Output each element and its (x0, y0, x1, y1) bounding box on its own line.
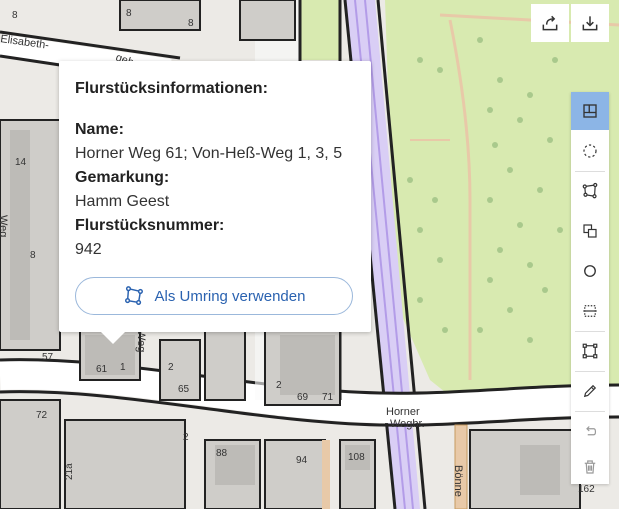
polygon-draw-tool[interactable] (571, 172, 609, 210)
circle-icon (584, 265, 596, 277)
trash-icon (584, 460, 596, 474)
street-label: Wegbr. (390, 418, 425, 430)
share-button[interactable] (531, 4, 569, 42)
gemarkung-value: Hamm Geest (75, 193, 170, 210)
copy-icon (583, 224, 597, 238)
parcel-select-tool[interactable] (571, 92, 609, 130)
share-icon (542, 15, 558, 31)
polygon-icon (124, 286, 143, 305)
house-number: 108 (348, 452, 365, 463)
house-number: 14 (15, 157, 27, 168)
parcel-number-value: 942 (75, 241, 102, 258)
street-label: Weg (0, 215, 9, 237)
house-number: 8 (12, 10, 18, 21)
house-number: 61 (96, 364, 108, 375)
house-number: 2 (276, 380, 282, 391)
house-number: 1 (120, 362, 126, 373)
draw-toolbar (571, 92, 609, 484)
house-number: 65 (178, 384, 190, 395)
house-number: 69 (297, 392, 309, 403)
dashed-circle-tool[interactable] (571, 132, 609, 170)
gemarkung-label: Gemarkung: (75, 169, 170, 186)
house-number: 8 (126, 8, 132, 19)
polygon-draw-icon (582, 182, 598, 199)
square-draw-tool[interactable] (571, 332, 609, 370)
delete-button[interactable] (571, 448, 609, 486)
pencil-tool[interactable] (571, 372, 609, 410)
pencil-icon (583, 384, 597, 398)
parcel-number-label: Flurstücksnummer: (75, 217, 225, 234)
popup-title: Flurstücksinformationen: (75, 80, 268, 97)
circle-tool[interactable] (571, 252, 609, 290)
undo-button[interactable] (571, 412, 609, 450)
street-label: Weg (135, 330, 147, 352)
use-as-boundary-button[interactable]: Als Umring verwenden (75, 277, 353, 315)
dashed-circle-icon (583, 144, 597, 158)
parcel-select-icon (583, 104, 597, 118)
house-number: 8 (30, 250, 36, 261)
house-number: 2 (183, 432, 189, 443)
house-number: 72 (36, 410, 48, 421)
house-number: 57 (42, 352, 54, 363)
house-number: 21a (64, 463, 75, 480)
house-number: 88 (216, 448, 228, 459)
download-icon (582, 16, 598, 31)
undo-icon (586, 426, 597, 436)
name-label: Name: (75, 121, 124, 138)
house-number: 8 (188, 18, 194, 29)
house-number: 71 (322, 392, 334, 403)
copy-tool[interactable] (571, 212, 609, 250)
line-rect-tool[interactable] (571, 292, 609, 330)
rectangle-line-icon (583, 305, 597, 317)
name-value: Horner Weg 61; Von-Heß-Weg 1, 3, 5 (75, 145, 343, 162)
parcel-info-popup: Flurstücksinformationen: Name: Horner We… (59, 61, 371, 344)
street-label: Horner (386, 406, 420, 418)
green-patch (300, 0, 340, 60)
street-label: Bönne (452, 465, 464, 497)
button-label: Als Umring verwenden (154, 287, 306, 305)
house-number: 94 (296, 455, 308, 466)
download-button[interactable] (571, 4, 609, 42)
house-number: 2 (168, 362, 174, 373)
square-draw-icon (582, 343, 598, 359)
